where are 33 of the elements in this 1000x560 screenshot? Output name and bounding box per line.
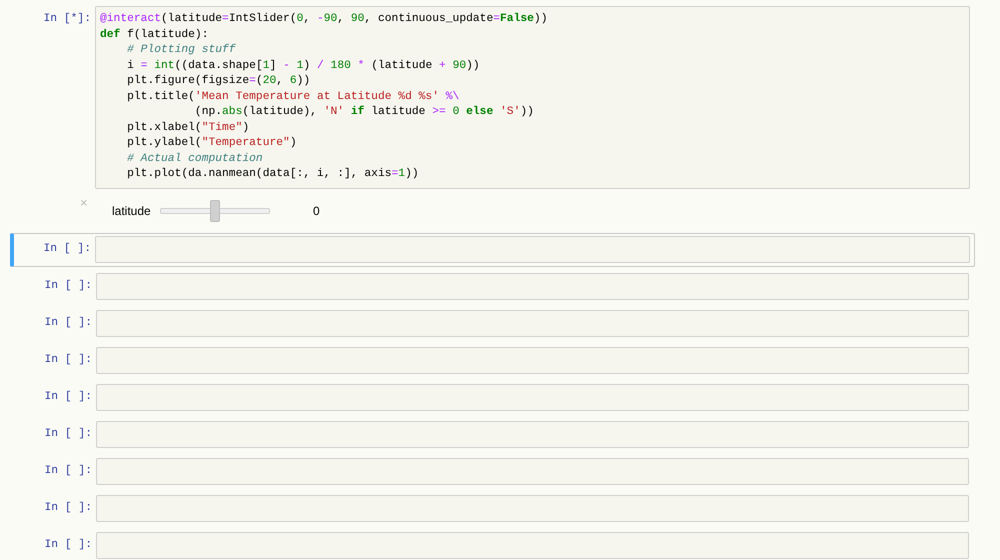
notebook-cell[interactable]: In [ ]: <box>10 454 975 488</box>
cell-prompt: In [ ]: <box>44 352 93 368</box>
cell-prompt: In [*]: <box>42 12 92 27</box>
cell-prompt: In [ ]: <box>42 242 92 258</box>
cell-prompt: In [ ]: <box>44 316 93 332</box>
slider-label: latitude <box>112 202 152 220</box>
notebook-cell[interactable]: In [ ]: <box>10 232 975 266</box>
code-input-field[interactable] <box>96 384 969 411</box>
code-input-field[interactable] <box>96 532 969 559</box>
cell-prompt: In [ ]: <box>44 464 93 480</box>
notebook-cell[interactable]: In [ ]: <box>10 528 975 560</box>
code-input-field[interactable] <box>96 421 969 448</box>
notebook-cell[interactable]: In [ ]: <box>10 380 975 414</box>
code-input-field[interactable] <box>96 310 969 337</box>
notebook-cell[interactable]: In [ ]: <box>10 344 975 378</box>
code-editor[interactable]: @interact(latitude=IntSlider(0, -90, 90, continuous_update=False)) def f(latitude): # Plotting stuff i = int((data.shape[1] - 1) / 180 * (latitude + 90)) plt.figure(figsize=(20, 6)) plt.title('Mean Temperature at Latitude %d %s' %\ (np.abs(latitude), 'N' if latitude >= 0 else 'S')) plt.xlabel("Time") plt.ylabel("Temperature") # Actual computation plt.plot(da.nanmean(data[:, i, :], axis=1)) <box>95 6 970 188</box>
cell-prompt: In [ ]: <box>44 538 93 554</box>
code-input-field[interactable] <box>96 347 969 374</box>
slider[interactable] <box>160 200 270 222</box>
slider-thumb[interactable] <box>210 200 220 222</box>
code-input-field[interactable] <box>96 273 969 300</box>
code-input-field[interactable] <box>95 236 970 263</box>
cell-prompt: In [ ]: <box>44 500 93 516</box>
notebook-cell[interactable]: In [ ]: <box>10 270 975 304</box>
code-input-field[interactable] <box>96 495 969 522</box>
slider-value: 0 <box>313 202 320 220</box>
cell-prompt: In [ ]: <box>44 278 93 294</box>
cell-prompt: In [ ]: <box>44 390 93 406</box>
notebook-cell[interactable]: In [ ]: <box>10 418 975 452</box>
cell-prompt: In [ ]: <box>44 426 93 442</box>
notebook-cell[interactable]: In [ ]: <box>10 306 975 340</box>
code-input-field[interactable] <box>96 458 969 485</box>
notebook-cell[interactable]: In [ ]: <box>10 492 975 526</box>
